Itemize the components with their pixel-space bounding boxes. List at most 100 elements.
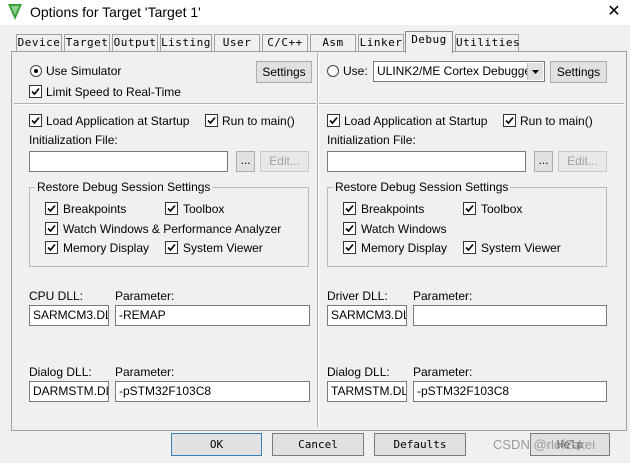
dialog-param-input[interactable]: -pSTM32F103C8 — [115, 381, 310, 402]
breakpoints-label: Breakpoints — [361, 202, 425, 216]
cpu-dll-label: CPU DLL: — [29, 289, 84, 303]
debugger-select[interactable]: ULINK2/ME Cortex Debugger — [373, 61, 545, 82]
driver-dll-input[interactable]: SARMCM3.DLL — [327, 305, 407, 326]
checkmark-icon — [505, 116, 514, 125]
init-file-browse-button[interactable]: ... — [534, 151, 553, 172]
init-file-edit-button[interactable]: Edit... — [260, 151, 309, 172]
panel-divider — [317, 53, 319, 427]
tab-user[interactable]: User — [214, 34, 260, 52]
toolbox-label: Toolbox — [183, 202, 225, 216]
breakpoints-label: Breakpoints — [63, 202, 127, 216]
checkmark-icon — [345, 224, 354, 233]
separator — [14, 103, 316, 105]
checkmark-icon — [47, 224, 56, 233]
memory-display-checkbox[interactable] — [343, 241, 356, 254]
system-viewer-label: System Viewer — [481, 241, 561, 255]
init-file-input[interactable] — [29, 151, 228, 172]
run-to-main-label: Run to main() — [520, 114, 593, 128]
checkmark-icon — [31, 116, 40, 125]
toolbox-label: Toolbox — [481, 202, 523, 216]
defaults-button[interactable]: Defaults — [374, 433, 466, 456]
load-app-label: Load Application at Startup — [46, 114, 190, 128]
use-simulator-radio[interactable] — [30, 65, 42, 77]
checkmark-icon — [47, 204, 56, 213]
watermark: CSDN @rlof2skei — [493, 437, 596, 452]
load-app-checkbox[interactable] — [29, 114, 42, 127]
keil-app-icon — [8, 4, 22, 20]
title-bar: Options for Target 'Target 1' ✕ — [0, 0, 630, 25]
chevron-down-icon[interactable] — [527, 63, 543, 80]
close-button[interactable]: ✕ — [602, 2, 626, 22]
run-to-main-checkbox[interactable] — [503, 114, 516, 127]
toolbox-checkbox[interactable] — [463, 202, 476, 215]
system-viewer-label: System Viewer — [183, 241, 263, 255]
watch-windows-checkbox[interactable] — [343, 222, 356, 235]
checkmark-icon — [31, 87, 40, 96]
dialog-param-label: Parameter: — [115, 365, 175, 379]
cpu-dll-input[interactable]: SARMCM3.DLL — [29, 305, 109, 326]
init-file-browse-button[interactable]: ... — [236, 151, 255, 172]
limit-speed-checkbox[interactable] — [29, 85, 42, 98]
dialog-dll-label: Dialog DLL: — [327, 365, 390, 379]
restore-settings-title: Restore Debug Session Settings — [35, 180, 213, 194]
tab-debug[interactable]: Debug — [405, 31, 453, 53]
init-file-edit-button[interactable]: Edit... — [558, 151, 607, 172]
ok-button[interactable]: OK — [171, 433, 262, 456]
memory-display-checkbox[interactable] — [45, 241, 58, 254]
init-file-label: Initialization File: — [29, 133, 118, 147]
dialog-dll-input[interactable]: DARMSTM.DLL — [29, 381, 109, 402]
dialog-dll-input[interactable]: TARMSTM.DLL — [327, 381, 407, 402]
restore-settings-title: Restore Debug Session Settings — [333, 180, 511, 194]
init-file-input[interactable] — [327, 151, 526, 172]
checkmark-icon — [465, 204, 474, 213]
watch-windows-label: Watch Windows — [361, 222, 447, 236]
tab-utilities[interactable]: Utilities — [455, 34, 520, 52]
tab-device[interactable]: Device — [16, 34, 62, 52]
watch-windows-label: Watch Windows & Performance Analyzer — [63, 222, 282, 236]
toolbox-checkbox[interactable] — [165, 202, 178, 215]
cancel-button[interactable]: Cancel — [272, 433, 364, 456]
checkmark-icon — [345, 204, 354, 213]
cpu-param-label: Parameter: — [115, 289, 175, 303]
breakpoints-checkbox[interactable] — [45, 202, 58, 215]
init-file-label: Initialization File: — [327, 133, 416, 147]
limit-speed-label: Limit Speed to Real-Time — [46, 85, 181, 99]
checkmark-icon — [167, 204, 176, 213]
driver-param-input[interactable] — [413, 305, 607, 326]
run-to-main-checkbox[interactable] — [205, 114, 218, 127]
run-to-main-label: Run to main() — [222, 114, 295, 128]
checkmark-icon — [345, 243, 354, 252]
load-app-checkbox[interactable] — [327, 114, 340, 127]
tab-listing[interactable]: Listing — [160, 34, 212, 52]
use-simulator-label: Use Simulator — [46, 64, 122, 78]
checkmark-icon — [47, 243, 56, 252]
tab-output[interactable]: Output — [112, 34, 158, 52]
tab-asm[interactable]: Asm — [310, 34, 356, 52]
use-driver-radio[interactable] — [327, 65, 339, 77]
driver-param-label: Parameter: — [413, 289, 473, 303]
window-title: Options for Target 'Target 1' — [30, 4, 201, 20]
system-viewer-checkbox[interactable] — [463, 241, 476, 254]
cpu-param-input[interactable]: -REMAP — [115, 305, 310, 326]
dialog-param-input[interactable]: -pSTM32F103C8 — [413, 381, 607, 402]
load-app-label: Load Application at Startup — [344, 114, 488, 128]
use-driver-label: Use: — [343, 64, 368, 78]
separator — [319, 103, 624, 105]
watch-windows-checkbox[interactable] — [45, 222, 58, 235]
tab-c-cpp[interactable]: C/C++ — [262, 34, 308, 52]
driver-settings-button[interactable]: Settings — [550, 61, 607, 83]
tab-target[interactable]: Target — [64, 34, 110, 52]
debugger-select-value: ULINK2/ME Cortex Debugger — [377, 64, 536, 78]
checkmark-icon — [465, 243, 474, 252]
system-viewer-checkbox[interactable] — [165, 241, 178, 254]
breakpoints-checkbox[interactable] — [343, 202, 356, 215]
simulator-settings-button[interactable]: Settings — [256, 61, 312, 83]
checkmark-icon — [207, 116, 216, 125]
memory-display-label: Memory Display — [361, 241, 448, 255]
memory-display-label: Memory Display — [63, 241, 150, 255]
dialog-param-label: Parameter: — [413, 365, 473, 379]
checkmark-icon — [329, 116, 338, 125]
tab-linker[interactable]: Linker — [358, 34, 404, 52]
checkmark-icon — [167, 243, 176, 252]
dialog-dll-label: Dialog DLL: — [29, 365, 92, 379]
